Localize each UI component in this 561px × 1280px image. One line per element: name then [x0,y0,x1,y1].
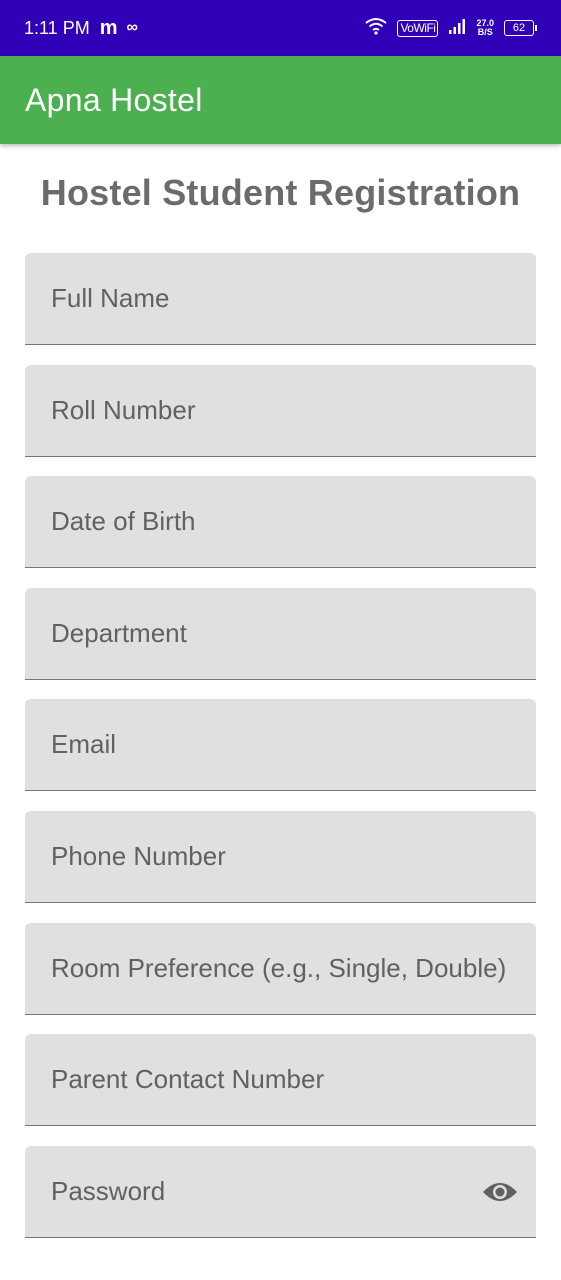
full-name-hint: Full Name [51,283,170,313]
network-speed-unit: B/S [477,27,493,37]
status-right: VoWiFi 27.0 B/S 62 [365,17,537,40]
department-hint: Department [51,618,187,648]
page-heading: Hostel Student Registration [40,172,521,213]
notification-infinity-icon: ∞ [126,19,138,36]
roll-number-field[interactable]: Roll Number [25,365,536,457]
battery-icon: 62 [504,20,537,36]
roll-number-hint: Roll Number [51,395,196,425]
status-left: 1:11 PM m ∞ [24,17,138,40]
phone-number-field[interactable]: Phone Number [25,811,536,903]
app-bar: Apna Hostel [0,56,561,144]
eye-icon[interactable] [482,1174,518,1210]
email-field[interactable]: Email [25,699,536,791]
phone-number-hint: Phone Number [51,841,226,871]
parent-contact-field[interactable]: Parent Contact Number [25,1034,536,1126]
app-title: Apna Hostel [25,81,203,118]
parent-contact-hint: Parent Contact Number [51,1064,325,1094]
signal-icon [448,18,466,39]
notification-app-icon: m [99,16,118,39]
room-preference-hint: Room Preference (e.g., Single, Double) [51,953,507,983]
status-time: 1:11 PM [24,17,90,38]
date-of-birth-hint: Date of Birth [51,506,196,536]
wifi-icon [365,17,388,40]
vowifi-badge: VoWiFi [397,19,439,37]
password-hint: Password [51,1176,166,1206]
password-field[interactable]: Password [25,1146,536,1238]
network-speed: 27.0 B/S [476,19,494,37]
date-of-birth-field[interactable]: Date of Birth [25,476,536,568]
email-hint: Email [51,729,117,759]
room-preference-field[interactable]: Room Preference (e.g., Single, Double) [25,923,536,1015]
battery-tip [535,25,537,31]
status-bar: 1:11 PM m ∞ VoWiFi 27.0 B/S 62 [0,0,561,56]
department-field[interactable]: Department [25,588,536,680]
battery-level: 62 [504,20,534,36]
full-name-field[interactable]: Full Name [25,253,536,345]
